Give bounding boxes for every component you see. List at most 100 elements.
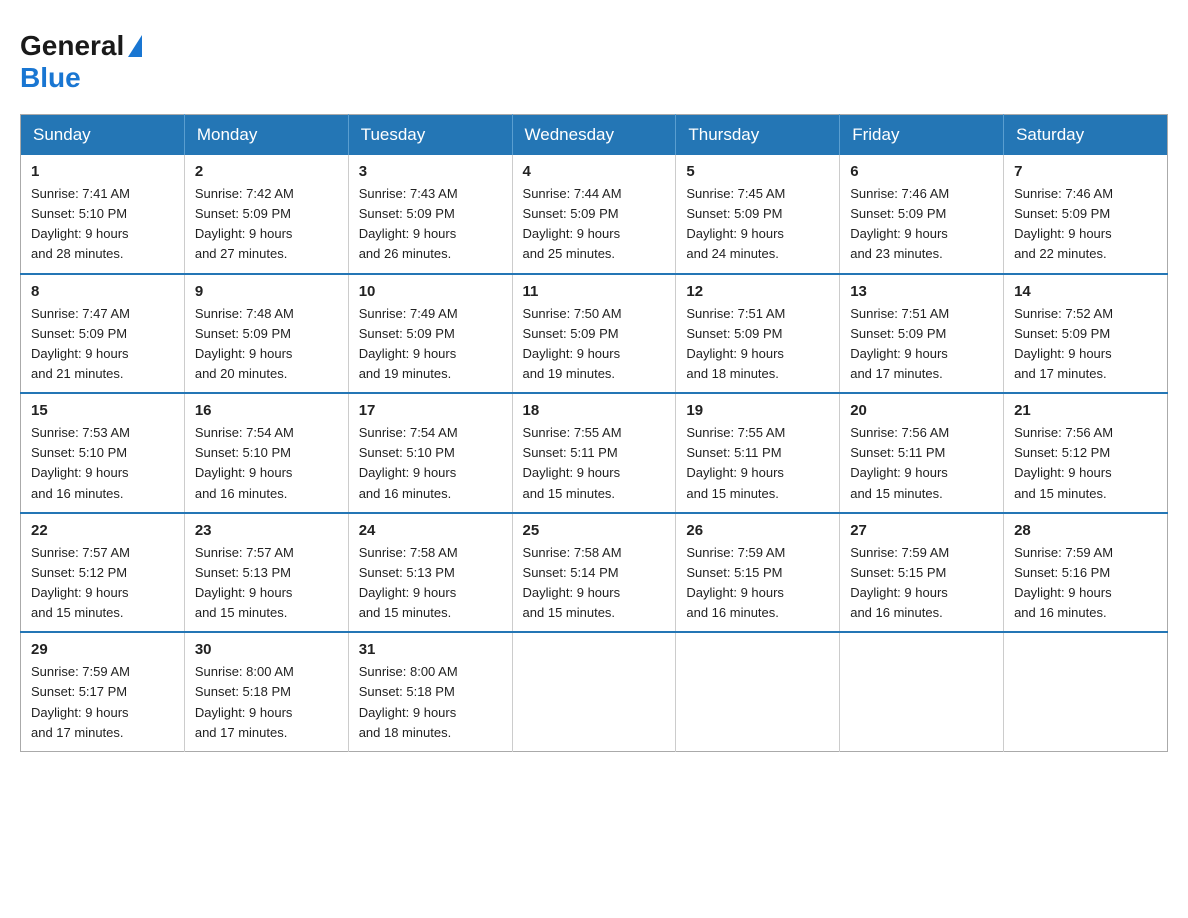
calendar-day-cell: 28 Sunrise: 7:59 AM Sunset: 5:16 PM Dayl… (1004, 513, 1168, 633)
day-number: 25 (523, 522, 666, 539)
day-number: 27 (850, 522, 993, 539)
calendar-day-cell: 23 Sunrise: 7:57 AM Sunset: 5:13 PM Dayl… (184, 513, 348, 633)
day-info: Sunrise: 7:44 AM Sunset: 5:09 PM Dayligh… (523, 184, 666, 265)
calendar-day-cell: 12 Sunrise: 7:51 AM Sunset: 5:09 PM Dayl… (676, 274, 840, 394)
day-info: Sunrise: 7:55 AM Sunset: 5:11 PM Dayligh… (523, 423, 666, 504)
logo-general: General (20, 30, 144, 62)
day-info: Sunrise: 7:56 AM Sunset: 5:11 PM Dayligh… (850, 423, 993, 504)
day-number: 30 (195, 641, 338, 658)
day-number: 10 (359, 283, 502, 300)
calendar-day-cell: 29 Sunrise: 7:59 AM Sunset: 5:17 PM Dayl… (21, 632, 185, 751)
calendar-day-cell: 31 Sunrise: 8:00 AM Sunset: 5:18 PM Dayl… (348, 632, 512, 751)
day-info: Sunrise: 7:59 AM Sunset: 5:16 PM Dayligh… (1014, 543, 1157, 624)
day-info: Sunrise: 7:54 AM Sunset: 5:10 PM Dayligh… (359, 423, 502, 504)
day-number: 11 (523, 283, 666, 300)
calendar-day-cell: 5 Sunrise: 7:45 AM Sunset: 5:09 PM Dayli… (676, 155, 840, 274)
calendar-day-cell (676, 632, 840, 751)
calendar-day-cell: 3 Sunrise: 7:43 AM Sunset: 5:09 PM Dayli… (348, 155, 512, 274)
day-number: 19 (686, 402, 829, 419)
day-info: Sunrise: 7:58 AM Sunset: 5:13 PM Dayligh… (359, 543, 502, 624)
calendar-day-cell: 22 Sunrise: 7:57 AM Sunset: 5:12 PM Dayl… (21, 513, 185, 633)
day-info: Sunrise: 7:55 AM Sunset: 5:11 PM Dayligh… (686, 423, 829, 504)
day-info: Sunrise: 7:47 AM Sunset: 5:09 PM Dayligh… (31, 304, 174, 385)
day-info: Sunrise: 7:53 AM Sunset: 5:10 PM Dayligh… (31, 423, 174, 504)
weekday-header-tuesday: Tuesday (348, 115, 512, 156)
day-number: 7 (1014, 163, 1157, 180)
logo: General Blue (20, 20, 144, 94)
day-number: 22 (31, 522, 174, 539)
day-number: 23 (195, 522, 338, 539)
calendar-day-cell (512, 632, 676, 751)
calendar-week-row: 8 Sunrise: 7:47 AM Sunset: 5:09 PM Dayli… (21, 274, 1168, 394)
day-info: Sunrise: 7:49 AM Sunset: 5:09 PM Dayligh… (359, 304, 502, 385)
day-info: Sunrise: 7:56 AM Sunset: 5:12 PM Dayligh… (1014, 423, 1157, 504)
day-number: 28 (1014, 522, 1157, 539)
day-number: 4 (523, 163, 666, 180)
day-info: Sunrise: 7:42 AM Sunset: 5:09 PM Dayligh… (195, 184, 338, 265)
weekday-header-row: SundayMondayTuesdayWednesdayThursdayFrid… (21, 115, 1168, 156)
day-info: Sunrise: 8:00 AM Sunset: 5:18 PM Dayligh… (195, 662, 338, 743)
day-info: Sunrise: 7:46 AM Sunset: 5:09 PM Dayligh… (850, 184, 993, 265)
day-number: 1 (31, 163, 174, 180)
weekday-header-saturday: Saturday (1004, 115, 1168, 156)
calendar-day-cell: 10 Sunrise: 7:49 AM Sunset: 5:09 PM Dayl… (348, 274, 512, 394)
day-info: Sunrise: 7:48 AM Sunset: 5:09 PM Dayligh… (195, 304, 338, 385)
day-number: 21 (1014, 402, 1157, 419)
calendar-day-cell: 6 Sunrise: 7:46 AM Sunset: 5:09 PM Dayli… (840, 155, 1004, 274)
day-number: 12 (686, 283, 829, 300)
day-number: 20 (850, 402, 993, 419)
calendar-week-row: 29 Sunrise: 7:59 AM Sunset: 5:17 PM Dayl… (21, 632, 1168, 751)
calendar-week-row: 22 Sunrise: 7:57 AM Sunset: 5:12 PM Dayl… (21, 513, 1168, 633)
calendar-day-cell (1004, 632, 1168, 751)
day-number: 6 (850, 163, 993, 180)
calendar-day-cell: 15 Sunrise: 7:53 AM Sunset: 5:10 PM Dayl… (21, 393, 185, 513)
calendar-day-cell: 1 Sunrise: 7:41 AM Sunset: 5:10 PM Dayli… (21, 155, 185, 274)
calendar-week-row: 1 Sunrise: 7:41 AM Sunset: 5:10 PM Dayli… (21, 155, 1168, 274)
calendar-day-cell: 21 Sunrise: 7:56 AM Sunset: 5:12 PM Dayl… (1004, 393, 1168, 513)
day-info: Sunrise: 7:59 AM Sunset: 5:15 PM Dayligh… (850, 543, 993, 624)
calendar-day-cell: 18 Sunrise: 7:55 AM Sunset: 5:11 PM Dayl… (512, 393, 676, 513)
day-info: Sunrise: 7:43 AM Sunset: 5:09 PM Dayligh… (359, 184, 502, 265)
day-info: Sunrise: 7:41 AM Sunset: 5:10 PM Dayligh… (31, 184, 174, 265)
calendar-table: SundayMondayTuesdayWednesdayThursdayFrid… (20, 114, 1168, 752)
calendar-day-cell: 20 Sunrise: 7:56 AM Sunset: 5:11 PM Dayl… (840, 393, 1004, 513)
calendar-day-cell (840, 632, 1004, 751)
calendar-week-row: 15 Sunrise: 7:53 AM Sunset: 5:10 PM Dayl… (21, 393, 1168, 513)
day-info: Sunrise: 7:51 AM Sunset: 5:09 PM Dayligh… (686, 304, 829, 385)
day-number: 9 (195, 283, 338, 300)
calendar-day-cell: 24 Sunrise: 7:58 AM Sunset: 5:13 PM Dayl… (348, 513, 512, 633)
logo-general-text: General (20, 30, 124, 62)
day-info: Sunrise: 7:45 AM Sunset: 5:09 PM Dayligh… (686, 184, 829, 265)
day-info: Sunrise: 7:52 AM Sunset: 5:09 PM Dayligh… (1014, 304, 1157, 385)
day-info: Sunrise: 7:59 AM Sunset: 5:15 PM Dayligh… (686, 543, 829, 624)
day-info: Sunrise: 7:51 AM Sunset: 5:09 PM Dayligh… (850, 304, 993, 385)
day-number: 13 (850, 283, 993, 300)
day-number: 26 (686, 522, 829, 539)
day-number: 3 (359, 163, 502, 180)
day-number: 17 (359, 402, 502, 419)
day-number: 18 (523, 402, 666, 419)
day-number: 24 (359, 522, 502, 539)
calendar-day-cell: 19 Sunrise: 7:55 AM Sunset: 5:11 PM Dayl… (676, 393, 840, 513)
day-info: Sunrise: 7:58 AM Sunset: 5:14 PM Dayligh… (523, 543, 666, 624)
weekday-header-monday: Monday (184, 115, 348, 156)
calendar-day-cell: 17 Sunrise: 7:54 AM Sunset: 5:10 PM Dayl… (348, 393, 512, 513)
calendar-day-cell: 16 Sunrise: 7:54 AM Sunset: 5:10 PM Dayl… (184, 393, 348, 513)
calendar-day-cell: 9 Sunrise: 7:48 AM Sunset: 5:09 PM Dayli… (184, 274, 348, 394)
day-number: 16 (195, 402, 338, 419)
calendar-day-cell: 13 Sunrise: 7:51 AM Sunset: 5:09 PM Dayl… (840, 274, 1004, 394)
calendar-day-cell: 25 Sunrise: 7:58 AM Sunset: 5:14 PM Dayl… (512, 513, 676, 633)
weekday-header-friday: Friday (840, 115, 1004, 156)
calendar-day-cell: 7 Sunrise: 7:46 AM Sunset: 5:09 PM Dayli… (1004, 155, 1168, 274)
calendar-day-cell: 14 Sunrise: 7:52 AM Sunset: 5:09 PM Dayl… (1004, 274, 1168, 394)
calendar-day-cell: 11 Sunrise: 7:50 AM Sunset: 5:09 PM Dayl… (512, 274, 676, 394)
calendar-day-cell: 30 Sunrise: 8:00 AM Sunset: 5:18 PM Dayl… (184, 632, 348, 751)
day-number: 29 (31, 641, 174, 658)
day-number: 14 (1014, 283, 1157, 300)
weekday-header-sunday: Sunday (21, 115, 185, 156)
calendar-day-cell: 27 Sunrise: 7:59 AM Sunset: 5:15 PM Dayl… (840, 513, 1004, 633)
day-info: Sunrise: 7:59 AM Sunset: 5:17 PM Dayligh… (31, 662, 174, 743)
calendar-day-cell: 2 Sunrise: 7:42 AM Sunset: 5:09 PM Dayli… (184, 155, 348, 274)
logo-triangle-icon (128, 35, 142, 57)
header: General Blue (20, 20, 1168, 94)
